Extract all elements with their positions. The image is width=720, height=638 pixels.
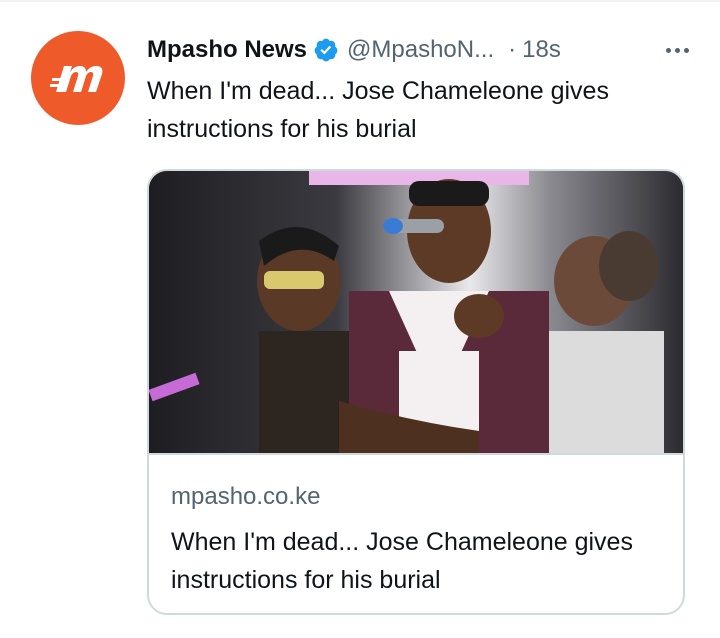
verified-badge-icon xyxy=(313,37,339,63)
top-divider xyxy=(0,0,720,2)
mpasho-logo-icon xyxy=(50,66,103,92)
link-preview-card[interactable]: mpasho.co.ke When I'm dead... Jose Chame… xyxy=(147,169,685,615)
card-divider xyxy=(149,453,683,455)
header-separator: · xyxy=(508,36,517,63)
more-options-icon[interactable] xyxy=(657,36,697,64)
tweet-timestamp[interactable]: 18s xyxy=(522,36,561,64)
card-image[interactable] xyxy=(149,171,683,453)
tweet-text: When I'm dead... Jose Chameleone gives i… xyxy=(147,77,609,143)
tweet-header: Mpasho News @MpashoN... · 18s xyxy=(147,32,697,68)
card-title[interactable]: When I'm dead... Jose Chameleone gives i… xyxy=(171,523,661,599)
author-display-name[interactable]: Mpasho News xyxy=(147,36,307,64)
article-photo-icon xyxy=(149,171,683,453)
author-avatar[interactable] xyxy=(31,31,125,125)
card-domain: mpasho.co.ke xyxy=(171,483,321,510)
author-handle[interactable]: @MpashoN... xyxy=(347,36,494,64)
